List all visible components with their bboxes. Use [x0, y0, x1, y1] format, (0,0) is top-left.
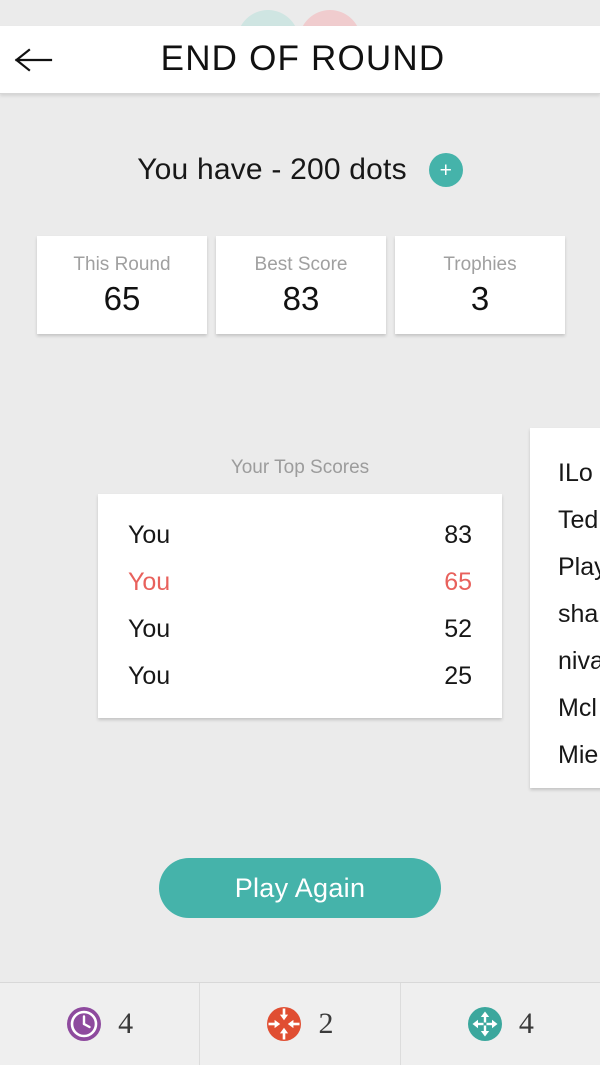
dots-balance-label: You have - 200 dots — [137, 153, 407, 186]
list-item: niva — [558, 647, 600, 675]
clock-icon — [66, 1006, 102, 1042]
table-row: You 25 — [128, 653, 472, 700]
list-item: sha — [558, 600, 599, 628]
leaderboard-peek-card[interactable]: ILo Ted Play sha niva Mcl Mie — [530, 428, 600, 788]
table-row: You 65 — [128, 559, 472, 606]
powerup-count: 2 — [318, 1007, 334, 1040]
powerup-slow-time[interactable]: 4 — [0, 983, 199, 1065]
stat-label: This Round — [73, 253, 171, 275]
stats-row: This Round 65 Best Score 83 Trophies 3 — [37, 236, 565, 334]
stat-label: Trophies — [443, 253, 517, 275]
list-item: Mcl — [558, 694, 597, 722]
stat-card-this-round: This Round 65 — [37, 236, 207, 334]
table-row: You 83 — [128, 512, 472, 559]
list-item: Mie — [558, 741, 599, 769]
table-row: You 52 — [128, 606, 472, 653]
add-dots-button[interactable]: + — [428, 153, 463, 187]
score-row-name: You — [128, 568, 171, 596]
stat-label: Best Score — [254, 253, 348, 275]
powerup-count: 4 — [118, 1007, 134, 1040]
score-row-value: 65 — [444, 568, 472, 596]
score-row-name: You — [128, 662, 171, 690]
stat-value: 83 — [282, 279, 320, 317]
top-scores-title: Your Top Scores — [230, 457, 370, 478]
currency-row: You have - 200 dots + — [0, 148, 600, 192]
stat-card-trophies: Trophies 3 — [395, 236, 565, 334]
arrow-left-icon — [13, 47, 53, 73]
plus-icon: + — [439, 158, 452, 182]
score-row-name: You — [128, 615, 171, 643]
powerup-count: 4 — [518, 1007, 534, 1040]
stat-value: 3 — [470, 279, 490, 317]
list-item: Play — [558, 553, 600, 581]
list-item: ILo — [558, 459, 593, 487]
page-title: END OF ROUND — [160, 38, 446, 78]
stat-card-best-score: Best Score 83 — [216, 236, 386, 334]
back-button[interactable] — [0, 26, 66, 94]
expand-arrows-icon — [467, 1006, 503, 1042]
score-row-value: 25 — [444, 662, 472, 690]
score-row-value: 83 — [444, 521, 472, 549]
app-header: END OF ROUND — [0, 26, 600, 94]
score-row-value: 52 — [444, 615, 472, 643]
list-item: Ted — [558, 506, 599, 534]
top-scores-card: You 83 You 65 You 52 You 25 — [98, 494, 502, 718]
shrink-target-icon — [266, 1006, 302, 1042]
score-row-name: You — [128, 521, 171, 549]
play-again-button[interactable]: Play Again — [159, 858, 441, 918]
stat-value: 65 — [103, 279, 141, 317]
powerup-shrink[interactable]: 2 — [199, 983, 399, 1065]
powerup-bar: 4 2 4 — [0, 982, 600, 1065]
powerup-expand[interactable]: 4 — [399, 983, 600, 1065]
